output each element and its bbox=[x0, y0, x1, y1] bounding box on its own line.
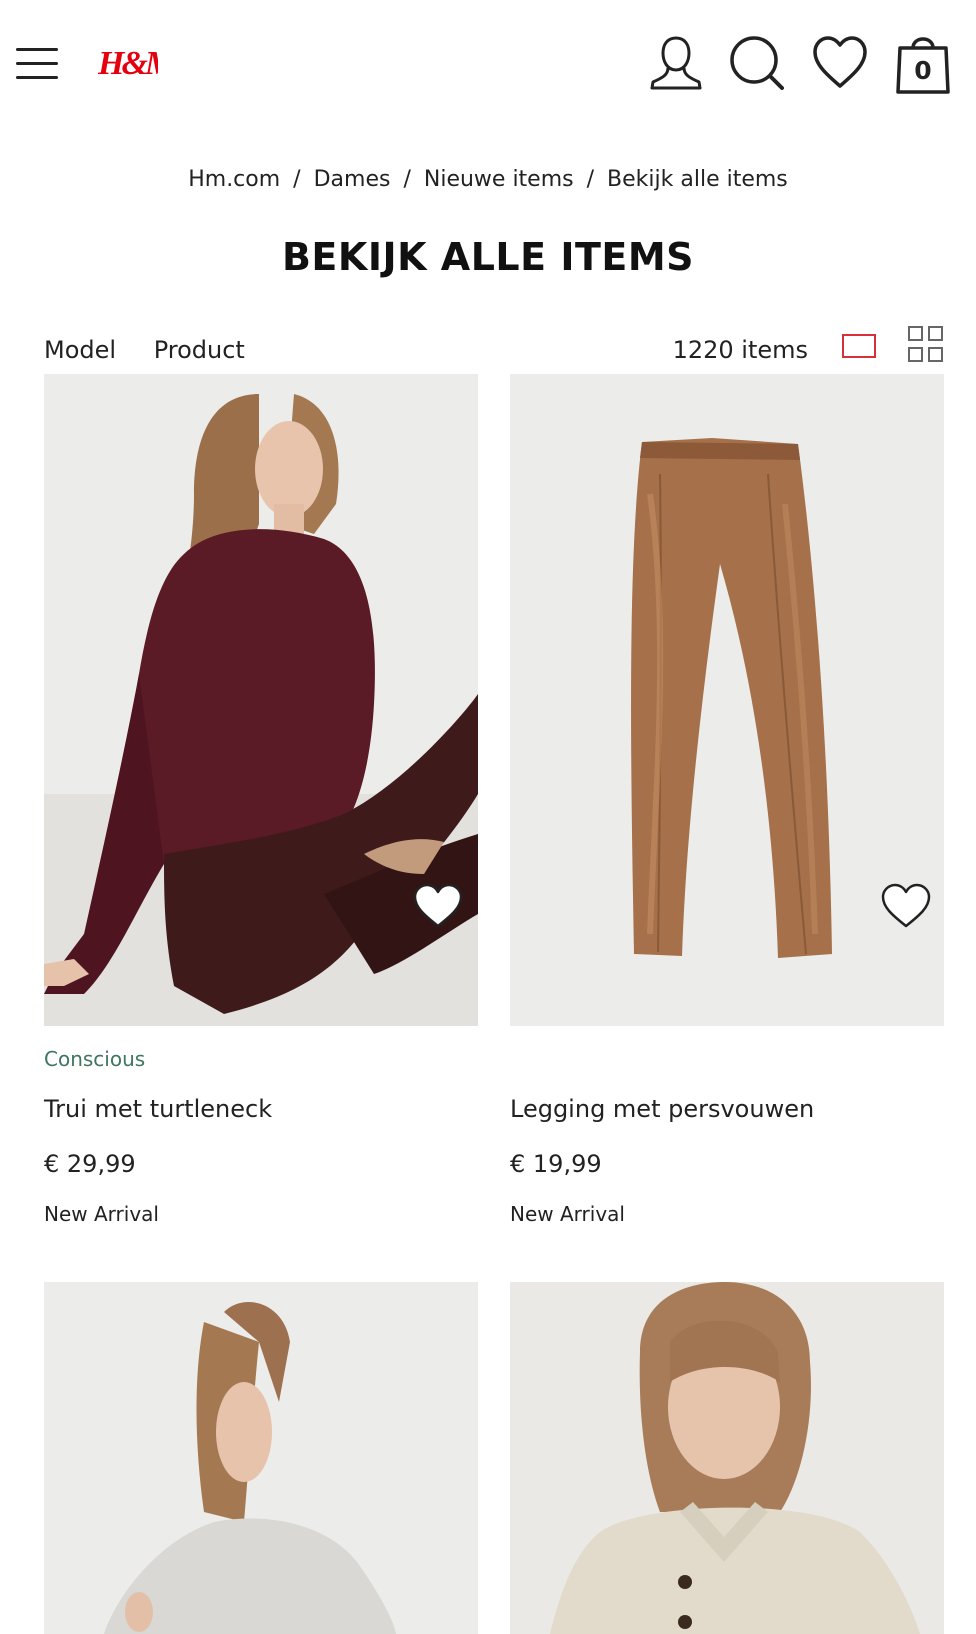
product-name[interactable]: Legging met persvouwen bbox=[510, 1095, 814, 1123]
heart-icon[interactable] bbox=[880, 882, 932, 934]
breadcrumb-item-current[interactable]: Bekijk alle items bbox=[607, 167, 788, 192]
product-image[interactable] bbox=[510, 374, 944, 1026]
item-count: 1220 items bbox=[672, 336, 808, 364]
product-name[interactable]: Trui met turtleneck bbox=[44, 1095, 272, 1123]
page-title: BEKIJK ALLE ITEMS bbox=[281, 235, 695, 279]
product-image[interactable] bbox=[510, 1282, 944, 1634]
filter-bar: Model Product bbox=[44, 336, 275, 364]
product-price: € 29,99 bbox=[44, 1150, 136, 1178]
site-header: H&M 0 bbox=[0, 0, 976, 130]
cart-count: 0 bbox=[914, 56, 932, 85]
breadcrumb-item[interactable]: Dames bbox=[314, 167, 391, 192]
menu-icon[interactable] bbox=[16, 46, 60, 80]
filter-model[interactable]: Model bbox=[44, 336, 116, 364]
conscious-tag: Conscious bbox=[44, 1047, 146, 1071]
breadcrumb: Hm.com / Dames / Nieuwe items / Bekijk a… bbox=[0, 167, 976, 192]
single-view-icon[interactable] bbox=[842, 334, 876, 358]
product-price: € 19,99 bbox=[510, 1150, 602, 1178]
user-icon[interactable] bbox=[648, 30, 704, 98]
hm-logo[interactable]: H&M bbox=[97, 36, 180, 86]
breadcrumb-item[interactable]: Nieuwe items bbox=[424, 167, 574, 192]
product-image[interactable] bbox=[44, 374, 478, 1026]
search-icon[interactable] bbox=[728, 30, 788, 98]
product-image[interactable] bbox=[44, 1282, 478, 1634]
heart-icon[interactable] bbox=[412, 882, 464, 934]
breadcrumb-separator: / bbox=[293, 167, 301, 192]
new-arrival-badge: New Arrival bbox=[44, 1202, 159, 1226]
grid-view-icon[interactable] bbox=[908, 326, 944, 364]
new-arrival-badge: New Arrival bbox=[510, 1202, 625, 1226]
heart-icon[interactable] bbox=[812, 30, 868, 98]
shopping-bag-icon[interactable]: 0 bbox=[896, 30, 950, 96]
hm-logo-text: H&M bbox=[98, 45, 158, 82]
breadcrumb-separator: / bbox=[403, 167, 411, 192]
breadcrumb-item[interactable]: Hm.com bbox=[188, 167, 280, 192]
breadcrumb-separator: / bbox=[586, 167, 595, 192]
filter-product[interactable]: Product bbox=[154, 336, 245, 364]
